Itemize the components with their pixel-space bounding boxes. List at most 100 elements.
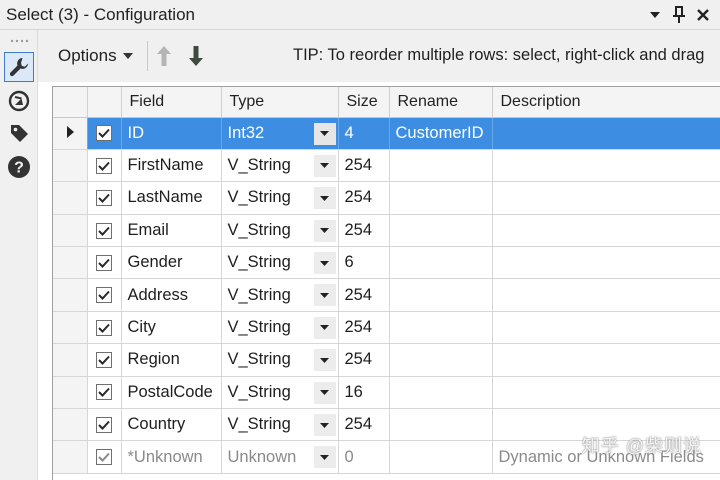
type-dropdown-button[interactable]: [313, 381, 336, 404]
pin-icon[interactable]: [670, 5, 688, 25]
type-dropdown-button[interactable]: [313, 122, 336, 145]
row-selector[interactable]: [53, 214, 88, 248]
include-checkbox[interactable]: [96, 157, 112, 174]
navigate-tool-button[interactable]: [4, 86, 34, 116]
grip-handle[interactable]: [9, 38, 29, 44]
column-header-field[interactable]: Field: [121, 87, 222, 118]
size-cell[interactable]: 6: [338, 246, 390, 280]
include-checkbox[interactable]: [96, 319, 112, 336]
description-cell[interactable]: [492, 311, 720, 345]
close-icon[interactable]: [694, 5, 712, 25]
type-cell[interactable]: V_String: [221, 408, 339, 442]
include-checkbox[interactable]: [96, 125, 112, 142]
type-cell[interactable]: V_String: [221, 311, 339, 345]
rename-cell[interactable]: [389, 440, 493, 474]
row-selector[interactable]: [53, 278, 88, 312]
size-cell[interactable]: 254: [338, 214, 390, 248]
row-selector[interactable]: [53, 117, 88, 150]
description-cell[interactable]: [492, 343, 720, 377]
description-cell[interactable]: [492, 246, 720, 280]
table-row[interactable]: ID Int32 4 CustomerID: [53, 117, 720, 150]
type-cell[interactable]: V_String: [221, 181, 339, 215]
table-row[interactable]: PostalCode V_String 16: [53, 376, 720, 410]
move-down-button[interactable]: [180, 39, 212, 73]
row-selector[interactable]: [53, 149, 88, 183]
column-header-rename[interactable]: Rename: [389, 87, 493, 118]
include-checkbox[interactable]: [96, 416, 112, 433]
type-cell[interactable]: V_String: [221, 278, 339, 312]
size-cell[interactable]: 254: [338, 181, 390, 215]
rename-cell[interactable]: [389, 278, 493, 312]
row-selector[interactable]: [53, 440, 88, 474]
type-cell[interactable]: V_String: [221, 376, 339, 410]
include-checkbox[interactable]: [96, 222, 112, 239]
description-cell[interactable]: [492, 214, 720, 248]
size-cell[interactable]: 16: [338, 376, 390, 410]
size-cell[interactable]: 254: [338, 149, 390, 183]
size-cell[interactable]: 254: [338, 311, 390, 345]
size-cell[interactable]: 254: [338, 278, 390, 312]
rename-cell[interactable]: [389, 311, 493, 345]
dropdown-icon[interactable]: [646, 5, 664, 25]
move-up-button[interactable]: [148, 39, 180, 73]
size-cell[interactable]: 4: [338, 117, 390, 150]
row-selector[interactable]: [53, 246, 88, 280]
column-header-size[interactable]: Size: [338, 87, 390, 118]
include-checkbox[interactable]: [96, 352, 112, 369]
rename-cell[interactable]: [389, 408, 493, 442]
size-cell[interactable]: 254: [338, 343, 390, 377]
type-cell[interactable]: Unknown: [221, 440, 339, 474]
type-dropdown-button[interactable]: [313, 252, 336, 275]
rename-cell[interactable]: [389, 343, 493, 377]
rename-cell[interactable]: [389, 246, 493, 280]
rename-cell[interactable]: CustomerID: [389, 117, 493, 150]
type-dropdown-button[interactable]: [313, 187, 336, 210]
type-dropdown-button[interactable]: [313, 284, 336, 307]
include-checkbox[interactable]: [96, 287, 112, 304]
table-row[interactable]: FirstName V_String 254: [53, 149, 720, 183]
type-dropdown-button[interactable]: [313, 349, 336, 372]
description-cell[interactable]: [492, 376, 720, 410]
type-cell[interactable]: Int32: [221, 117, 339, 150]
help-tool-button[interactable]: ?: [4, 152, 34, 182]
column-header-description[interactable]: Description: [492, 87, 720, 118]
size-cell[interactable]: 254: [338, 408, 390, 442]
row-selector[interactable]: [53, 311, 88, 345]
row-selector[interactable]: [53, 181, 88, 215]
type-dropdown-button[interactable]: [313, 154, 336, 177]
description-cell[interactable]: [492, 149, 720, 183]
configuration-tool-button[interactable]: [4, 52, 34, 82]
row-selector[interactable]: [53, 343, 88, 377]
table-row[interactable]: Region V_String 254: [53, 343, 720, 377]
type-dropdown-button[interactable]: [313, 316, 336, 339]
type-dropdown-button[interactable]: [313, 219, 336, 242]
type-dropdown-button[interactable]: [313, 446, 336, 469]
description-cell[interactable]: [492, 181, 720, 215]
size-cell[interactable]: 0: [338, 440, 390, 474]
type-cell[interactable]: V_String: [221, 246, 339, 280]
type-cell[interactable]: V_String: [221, 214, 339, 248]
row-selector[interactable]: [53, 376, 88, 410]
type-cell[interactable]: V_String: [221, 343, 339, 377]
include-checkbox[interactable]: [96, 254, 112, 271]
rename-cell[interactable]: [389, 376, 493, 410]
rename-cell[interactable]: [389, 181, 493, 215]
table-row[interactable]: LastName V_String 254: [53, 181, 720, 215]
table-row[interactable]: Address V_String 254: [53, 278, 720, 312]
table-row[interactable]: City V_String 254: [53, 311, 720, 345]
type-dropdown-button[interactable]: [313, 414, 336, 437]
description-cell[interactable]: [492, 117, 720, 150]
description-cell[interactable]: [492, 278, 720, 312]
table-row[interactable]: Email V_String 254: [53, 214, 720, 248]
column-header-type[interactable]: Type: [221, 87, 339, 118]
row-selector[interactable]: [53, 408, 88, 442]
options-dropdown-button[interactable]: Options: [52, 39, 139, 73]
table-row[interactable]: Gender V_String 6: [53, 246, 720, 280]
annotation-tool-button[interactable]: [4, 118, 34, 148]
include-checkbox[interactable]: [96, 190, 112, 207]
type-cell[interactable]: V_String: [221, 149, 339, 183]
include-checkbox[interactable]: [96, 449, 112, 466]
rename-cell[interactable]: [389, 214, 493, 248]
include-checkbox[interactable]: [96, 384, 112, 401]
rename-cell[interactable]: [389, 149, 493, 183]
